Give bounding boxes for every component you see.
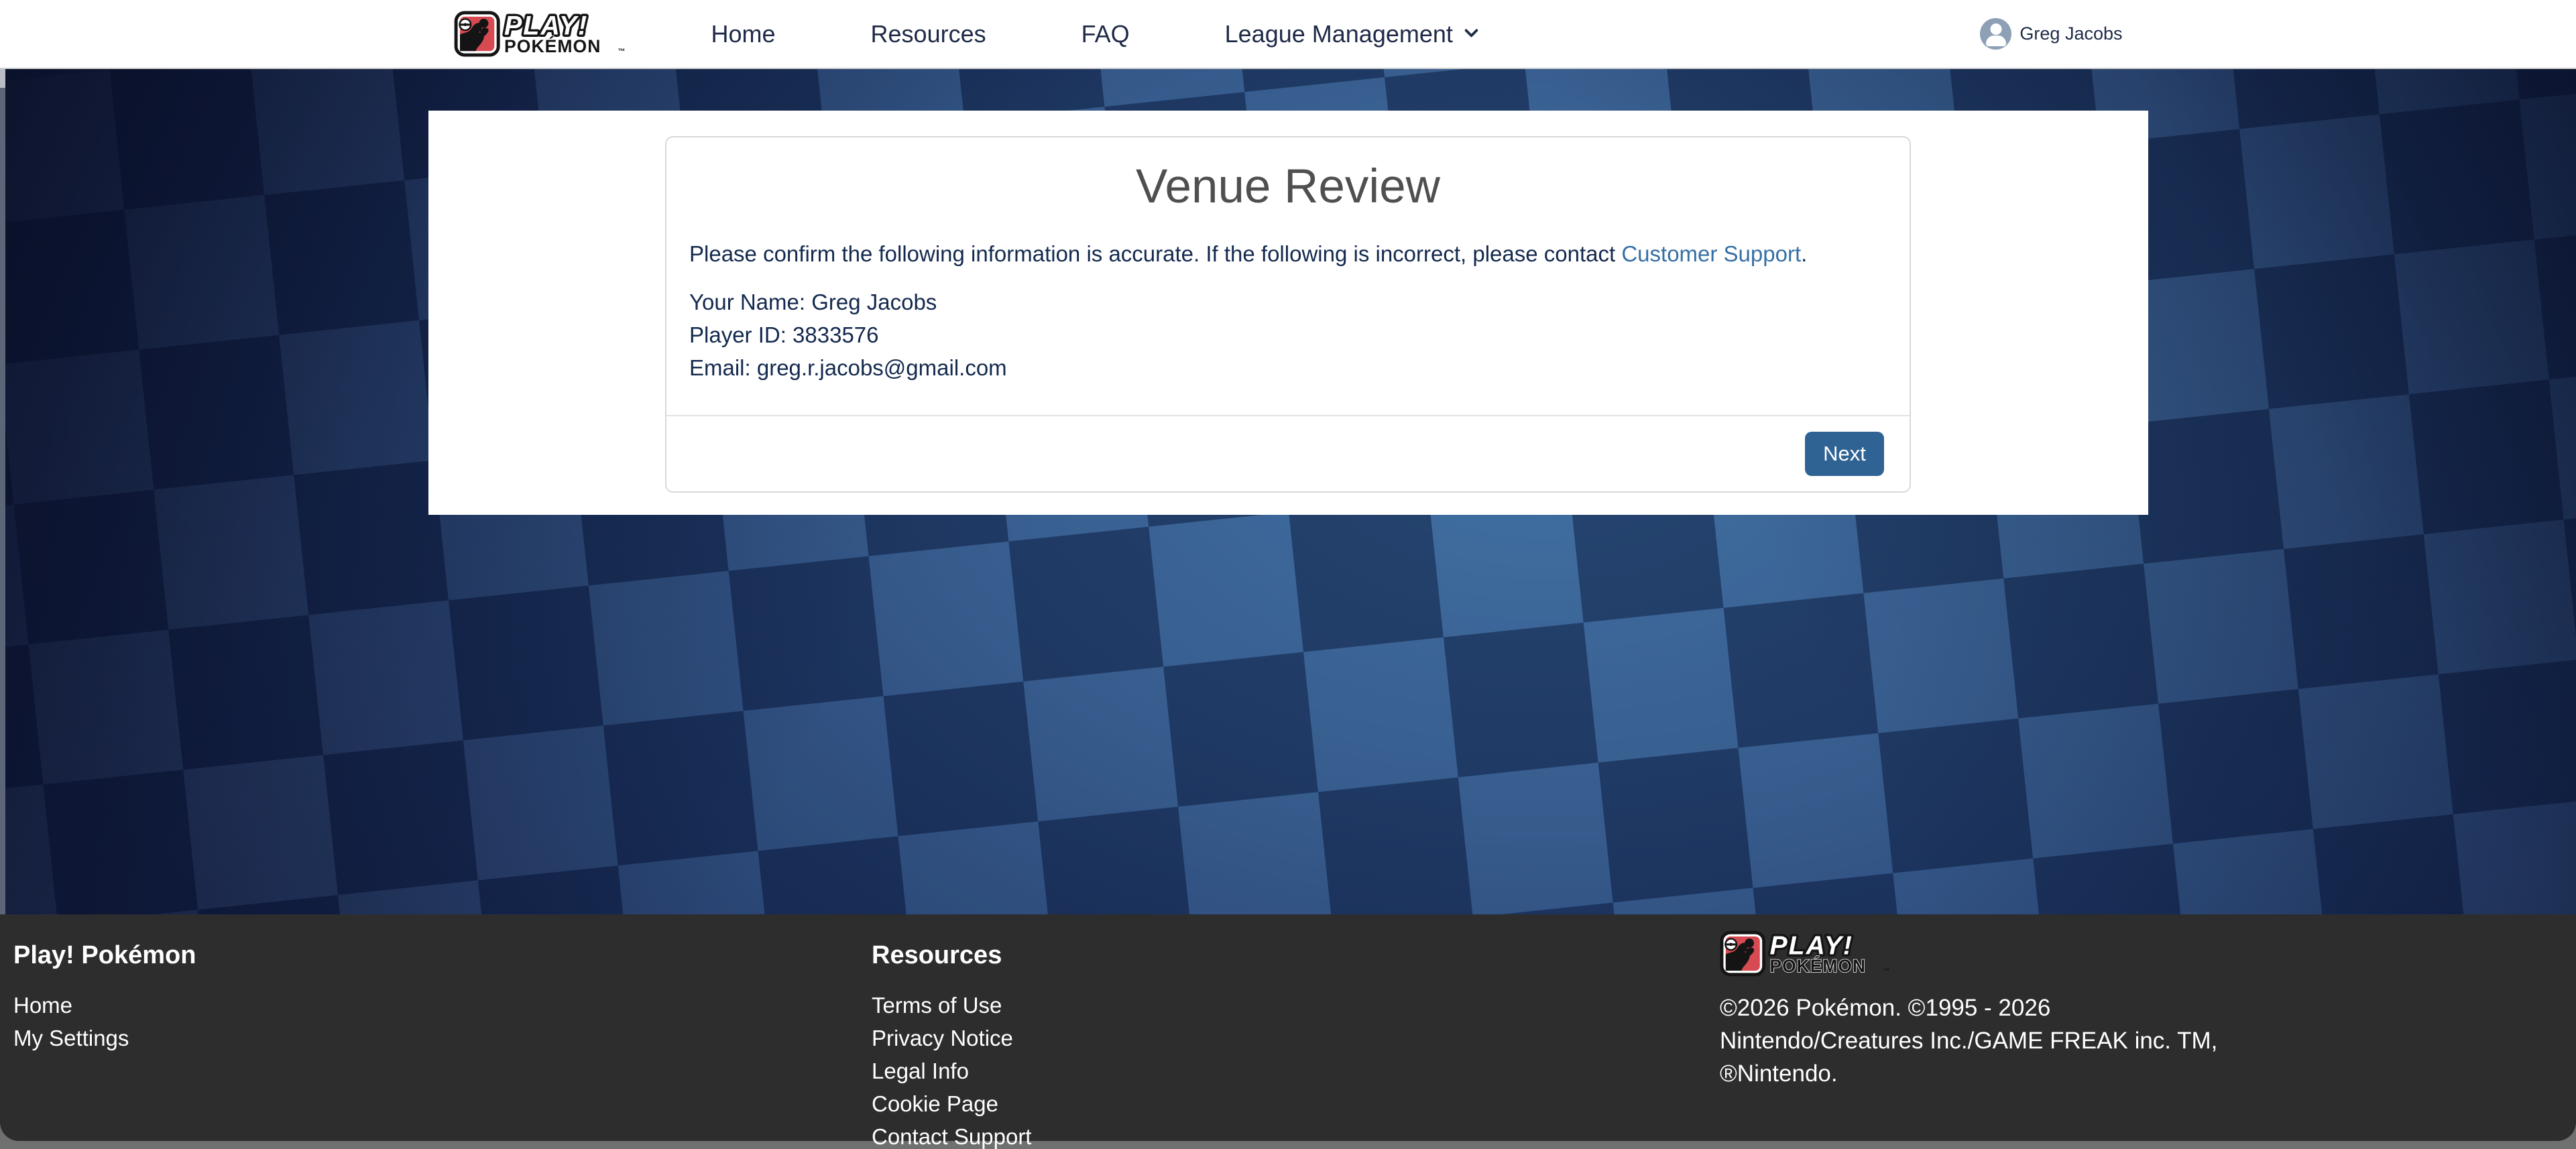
left-edge-strip [0,69,5,914]
navbar-container: PLAY! POKÉMON ™ Home Resources FAQ Leagu… [428,0,2148,68]
customer-support-link[interactable]: Customer Support [1621,241,1801,266]
player-info: Your Name: Greg Jacobs Player ID: 383357… [689,286,1887,384]
copyright-line-3: ®Nintendo. [1720,1057,2217,1090]
footer-column-brand: PLAY! POKÉMON ™ ©2026 Pokémon. ©1995 - 2… [1720,930,2217,1090]
svg-text:POKÉMON: POKÉMON [504,36,601,56]
pokeball-icon [1725,939,1737,950]
nav-faq[interactable]: FAQ [1081,20,1130,48]
top-navbar: PLAY! POKÉMON ™ Home Resources FAQ Leagu… [0,0,2576,69]
player-email-line: Email: greg.r.jacobs@gmail.com [689,351,1887,384]
pokeball-icon [459,19,471,30]
footer-link-legal-info[interactable]: Legal Info [872,1054,1031,1087]
footer-logo: PLAY! POKÉMON ™ [1720,930,2217,977]
svg-text:™: ™ [1883,967,1890,975]
nav-league-management[interactable]: League Management [1225,20,1476,48]
nav-league-management-label: League Management [1225,20,1453,48]
copyright-text: ©2026 Pokémon. ©1995 - 2026 Nintendo/Cre… [1720,991,2217,1090]
footer-link-home[interactable]: Home [13,989,196,1022]
footer-link-contact-support[interactable]: Contact Support [872,1120,1031,1149]
play-pokemon-logo[interactable]: PLAY! POKÉMON ™ [454,11,652,57]
player-name-line: Your Name: Greg Jacobs [689,286,1887,318]
page: PLAY! POKÉMON ™ Home Resources FAQ Leagu… [0,0,2576,1149]
user-menu[interactable]: Greg Jacobs [1980,18,2122,50]
nav-home[interactable]: Home [711,20,776,48]
footer-heading-resources: Resources [872,941,1031,970]
page-footer: Play! Pokémon Home My Settings Resources… [0,914,2576,1141]
play-pokemon-logo-icon: PLAY! POKÉMON ™ [1720,930,1917,977]
svg-text:POKÉMON: POKÉMON [1769,956,1866,976]
footer-link-cookie-page[interactable]: Cookie Page [872,1087,1031,1120]
svg-text:™: ™ [618,48,625,56]
footer-wrap: Play! Pokémon Home My Settings Resources… [0,914,2576,1149]
main-nav: Home Resources FAQ League Management [711,20,1476,48]
footer-column-play-pokemon: Play! Pokémon Home My Settings [13,941,196,1054]
intro-suffix: . [1801,241,1807,266]
card-footer: Next [666,416,1910,491]
content-panel: Venue Review Please confirm the followin… [428,111,2148,515]
intro-prefix: Please confirm the following information… [689,241,1621,266]
nav-resources[interactable]: Resources [871,20,986,48]
copyright-line-1: ©2026 Pokémon. ©1995 - 2026 [1720,991,2217,1024]
play-pokemon-logo-icon: PLAY! POKÉMON ™ [454,11,652,57]
chevron-down-icon [1464,23,1478,38]
footer-column-resources: Resources Terms of Use Privacy Notice Le… [872,941,1031,1149]
footer-link-terms-of-use[interactable]: Terms of Use [872,989,1031,1022]
intro-text: Please confirm the following information… [689,241,1887,267]
next-button[interactable]: Next [1805,432,1884,476]
bottom-strip [0,1141,2576,1149]
user-avatar-icon [1980,18,2011,50]
player-id-line: Player ID: 3833576 [689,318,1887,351]
footer-link-my-settings[interactable]: My Settings [13,1022,196,1054]
footer-link-privacy-notice[interactable]: Privacy Notice [872,1022,1031,1054]
user-name: Greg Jacobs [2019,23,2122,44]
hero-background: Venue Review Please confirm the followin… [0,69,2576,914]
page-title: Venue Review [666,160,1910,215]
copyright-line-2: Nintendo/Creatures Inc./GAME FREAK inc. … [1720,1024,2217,1057]
venue-review-card: Venue Review Please confirm the followin… [665,136,1911,493]
footer-heading-play-pokemon: Play! Pokémon [13,941,196,970]
